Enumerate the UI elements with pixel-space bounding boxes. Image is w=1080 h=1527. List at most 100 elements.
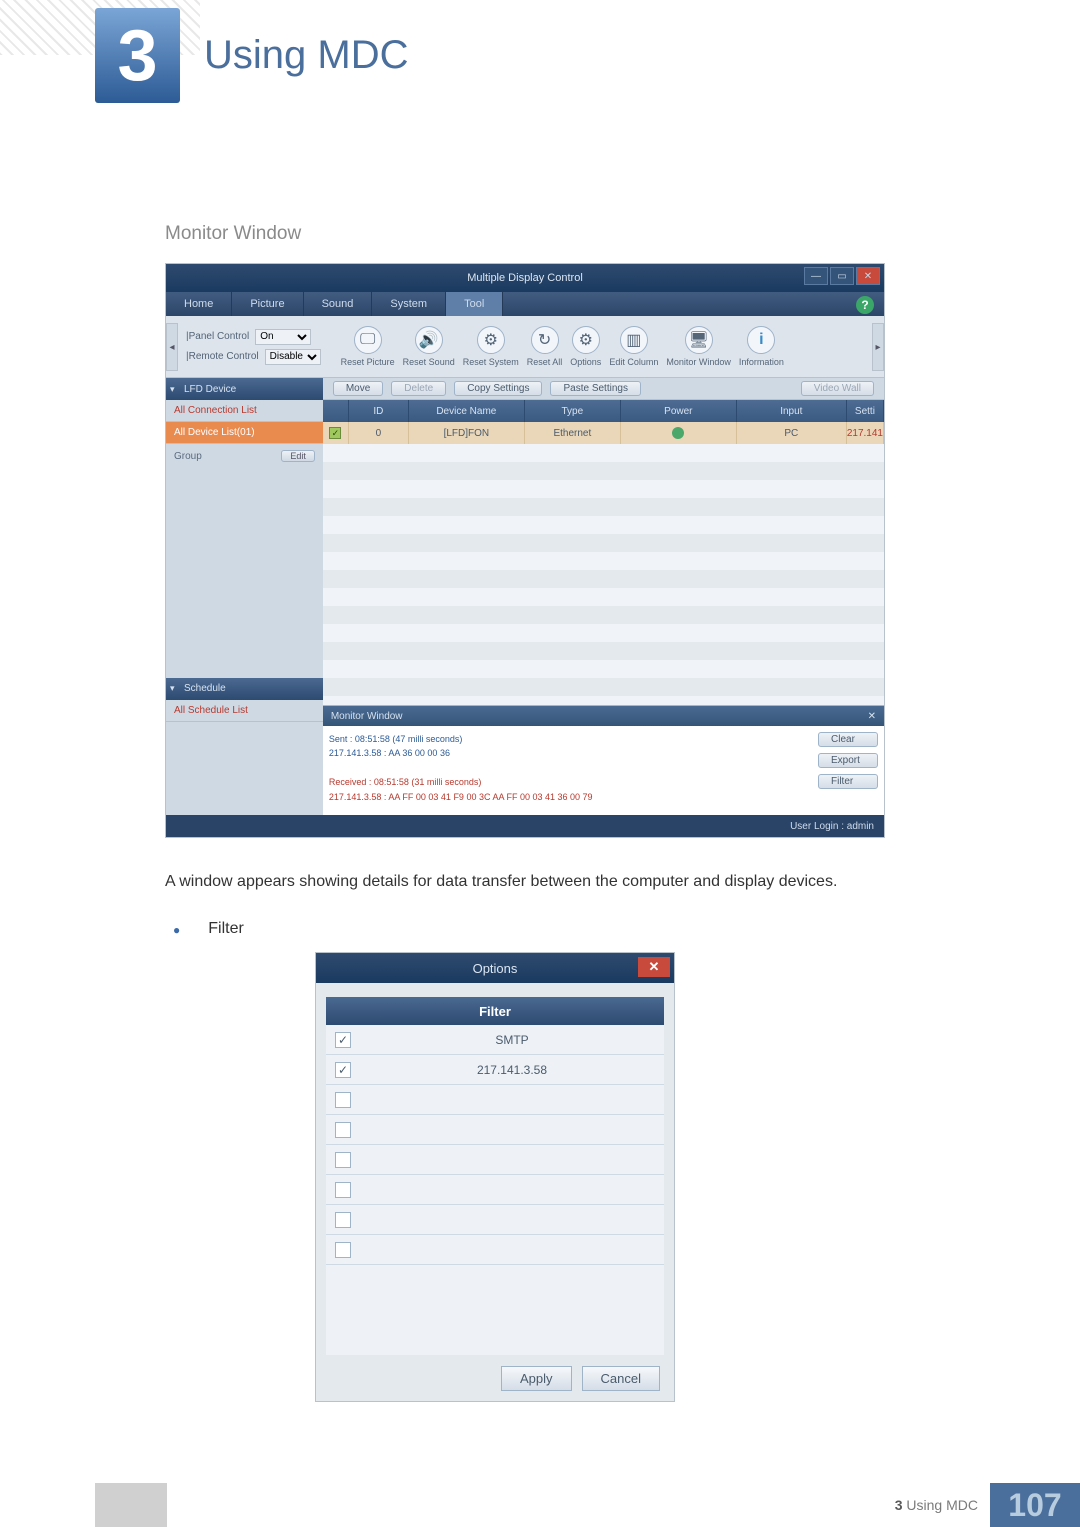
filter-row-smtp[interactable]: ✓ SMTP [326,1025,664,1055]
log-recv-2: 217.141.3.58 : AA FF 00 03 41 F9 00 3C A… [329,790,806,804]
check-icon[interactable] [335,1182,351,1198]
reset-picture-button[interactable]: 🖵Reset Picture [341,326,395,367]
filter-row-ip[interactable]: ✓ 217.141.3.58 [326,1055,664,1085]
filter-row[interactable] [326,1115,664,1145]
filter-row[interactable] [326,1085,664,1115]
remote-control-label: |Remote Control [186,351,259,362]
check-icon[interactable] [335,1092,351,1108]
filter-row[interactable] [326,1145,664,1175]
chapter-title: Using MDC [204,33,408,78]
video-wall-button[interactable]: Video Wall [801,381,874,396]
export-button[interactable]: Export [818,753,878,768]
options-title: Options [473,961,518,976]
status-bar: User Login : admin [166,815,884,837]
cell-id: 0 [349,422,409,444]
filter-row[interactable] [326,1205,664,1235]
ribbon-scroll-right-icon[interactable]: ▸ [872,323,884,371]
tab-home[interactable]: Home [166,292,232,316]
group-label: Group [174,451,202,462]
check-icon[interactable]: ✓ [335,1032,351,1048]
bullet-item: ● Filter [173,920,970,940]
grid-toolbar: Move Delete Copy Settings Paste Settings… [323,378,884,400]
options-dialog-screenshot: Options ✕ Filter ✓ SMTP ✓ 217.141.3.58 A… [315,952,675,1402]
delete-button[interactable]: Delete [391,381,446,396]
check-icon[interactable] [335,1122,351,1138]
sidebar-lfd-header[interactable]: LFD Device [166,378,323,400]
check-icon[interactable] [335,1152,351,1168]
check-icon[interactable] [335,1212,351,1228]
reset-all-icon: ↻ [531,326,559,354]
chapter-number: 3 [95,8,180,103]
col-check[interactable] [323,400,349,422]
close-icon[interactable]: ✕ [856,267,880,285]
page-footer: 3 Using MDC 107 [95,1483,1080,1527]
columns-icon: ▥ [620,326,648,354]
monitor-log: Sent : 08:51:58 (47 milli seconds) 217.1… [323,726,812,815]
tab-system[interactable]: System [372,292,446,316]
filter-row[interactable] [326,1235,664,1265]
tab-tool[interactable]: Tool [446,292,503,316]
tab-picture[interactable]: Picture [232,292,303,316]
help-icon[interactable]: ? [856,296,874,314]
page-number: 107 [990,1483,1080,1527]
table-row[interactable]: 0 [LFD]FON Ethernet PC 217.141 [323,422,884,444]
col-setti[interactable]: Setti [847,400,884,422]
apply-button[interactable]: Apply [501,1366,572,1391]
sidebar-group-item[interactable]: Group Edit [166,444,323,468]
sidebar-all-schedule[interactable]: All Schedule List [166,700,323,722]
row-check-icon[interactable] [329,427,341,439]
col-id[interactable]: ID [349,400,409,422]
section-heading: Monitor Window [165,223,970,245]
monitor-icon: 🖥 [685,326,713,354]
move-button[interactable]: Move [333,381,383,396]
filter-row[interactable] [326,1175,664,1205]
footer-chapter-title: Using MDC [906,1497,978,1513]
tab-sound[interactable]: Sound [304,292,373,316]
cancel-button[interactable]: Cancel [582,1366,660,1391]
info-icon: i [747,326,775,354]
options-button[interactable]: ⚙Options [570,326,601,367]
monitor-close-icon[interactable]: ✕ [868,711,876,722]
col-device-name[interactable]: Device Name [409,400,525,422]
col-power[interactable]: Power [621,400,737,422]
edit-button[interactable]: Edit [281,450,315,462]
filter-button[interactable]: Filter [818,774,878,789]
filter-header: Filter [326,997,664,1025]
mdc-window-screenshot: Multiple Display Control — ▭ ✕ Home Pict… [165,263,885,838]
title-bar: Multiple Display Control — ▭ ✕ [166,264,884,292]
close-icon[interactable]: ✕ [638,957,670,977]
user-login-label: User Login : admin [790,821,874,832]
information-button[interactable]: iInformation [739,326,784,367]
reset-sound-button[interactable]: 🔊Reset Sound [403,326,455,367]
sidebar-all-connection[interactable]: All Connection List [166,400,323,422]
monitor-window-button[interactable]: 🖥Monitor Window [666,326,731,367]
col-input[interactable]: Input [737,400,847,422]
check-icon[interactable] [335,1242,351,1258]
grid-header: ID Device Name Type Power Input Setti [323,400,884,422]
maximize-icon[interactable]: ▭ [830,267,854,285]
sidebar-schedule-header[interactable]: Schedule [166,678,323,700]
copy-settings-button[interactable]: Copy Settings [454,381,542,396]
remote-control-select[interactable]: Disable [265,349,321,365]
sidebar-spacer [166,722,323,815]
clear-button[interactable]: Clear [818,732,878,747]
reset-all-button[interactable]: ↻Reset All [527,326,563,367]
panel-control-select[interactable]: On [255,329,311,345]
minimize-icon[interactable]: — [804,267,828,285]
footer-chapter-num: 3 [895,1497,903,1513]
cell-input: PC [737,422,847,444]
ribbon: ◂ |Panel Control On |Remote Control Disa… [166,316,884,378]
sidebar-all-device[interactable]: All Device List(01) [166,422,323,444]
options-icon: ⚙ [572,326,600,354]
ribbon-scroll-left-icon[interactable]: ◂ [166,323,178,371]
monitor-window-pane: Monitor Window ✕ Sent : 08:51:58 (47 mil… [323,705,884,815]
chapter-header: 3 Using MDC [95,8,970,103]
bullet-label: Filter [208,920,244,940]
col-type[interactable]: Type [525,400,621,422]
reset-system-button[interactable]: ⚙Reset System [463,326,519,367]
paste-settings-button[interactable]: Paste Settings [550,381,640,396]
check-icon[interactable]: ✓ [335,1062,351,1078]
edit-column-button[interactable]: ▥Edit Column [609,326,658,367]
caption-text: A window appears showing details for dat… [165,870,900,894]
log-sent-1: Sent : 08:51:58 (47 milli seconds) [329,732,806,746]
